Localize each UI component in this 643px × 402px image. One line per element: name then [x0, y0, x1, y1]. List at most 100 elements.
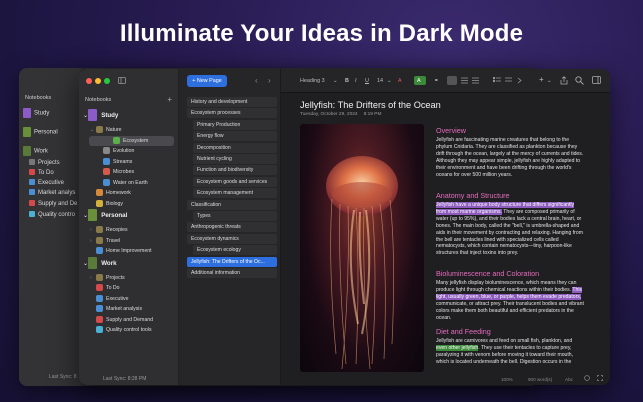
- spellcheck-language[interactable]: Abc: [565, 377, 573, 382]
- note-time: 8:19 PM: [363, 112, 382, 117]
- theme-icon[interactable]: [584, 375, 590, 381]
- sidebar-item[interactable]: › Projects: [79, 273, 178, 283]
- back-sidebar-item[interactable]: Market analys: [29, 188, 75, 198]
- minimize-dot-icon[interactable]: [95, 78, 101, 84]
- notebook-icon: [29, 200, 35, 207]
- sidebar-item[interactable]: Homework: [79, 188, 178, 198]
- sidebar-item[interactable]: Executive: [79, 294, 178, 304]
- search-icon[interactable]: [575, 76, 584, 85]
- note-item[interactable]: History and development: [187, 97, 277, 107]
- bioluminescence-heading: Bioluminescence and Coloration: [436, 269, 540, 278]
- bold-button[interactable]: B: [345, 78, 349, 84]
- note-item[interactable]: Primary Production: [193, 119, 277, 130]
- back-sidebar-item-label: Quality contro: [38, 212, 76, 218]
- back-sidebar-item[interactable]: Study: [23, 108, 49, 118]
- alignment-icons[interactable]: [461, 77, 491, 84]
- anatomy-paragraph[interactable]: Jellyfish have a unique body structure t…: [436, 202, 584, 257]
- zoom-dot-icon[interactable]: [104, 78, 110, 84]
- notebook-item[interactable]: ⌄ Study: [79, 109, 178, 123]
- notebook-item[interactable]: ⌄ Personal: [79, 209, 178, 223]
- back-sidebar-item-label: Personal: [34, 129, 58, 136]
- sidebar-item[interactable]: Biology: [79, 199, 178, 209]
- back-sidebar-item[interactable]: Work: [23, 146, 48, 156]
- back-sidebar-item[interactable]: Personal: [23, 127, 58, 137]
- new-page-button[interactable]: + New Page: [187, 75, 227, 87]
- sidebar-item-label: Home Improvement: [106, 248, 152, 254]
- notes-list: + New Page ‹ › History and development Ec…: [179, 69, 281, 385]
- note-item[interactable]: Ecosystem ecology: [193, 245, 277, 256]
- paragraph-style-select[interactable]: Heading 3: [300, 78, 325, 84]
- italic-button[interactable]: I: [355, 78, 357, 84]
- notebook-icon: [29, 211, 35, 218]
- sidebar-item[interactable]: ⌄ Nature: [79, 125, 178, 135]
- section-icon: [96, 236, 103, 244]
- sidebar-item[interactable]: › Recepies: [79, 225, 178, 235]
- notebook-icon: [29, 159, 35, 166]
- style-chevron-icon: ⌄: [333, 78, 338, 84]
- sidebar-item[interactable]: Quality control tools: [79, 325, 178, 335]
- font-size-select[interactable]: 14: [377, 78, 383, 84]
- note-item[interactable]: Energy flow: [193, 131, 277, 142]
- notebook-item[interactable]: ⌄ Work: [79, 256, 178, 271]
- notebook-icon: [23, 146, 31, 156]
- back-sidebar-item[interactable]: Projects: [29, 158, 60, 168]
- sidebar-item[interactable]: › Travel: [79, 236, 178, 246]
- back-sidebar-item[interactable]: Supply and De: [29, 199, 77, 209]
- note-item[interactable]: Types: [193, 211, 277, 221]
- sidebar-item[interactable]: Home Improvement: [79, 246, 178, 256]
- bioluminescence-paragraph[interactable]: Many jellyfish display bioluminescence, …: [436, 280, 584, 321]
- note-item[interactable]: Decomposition: [193, 142, 277, 153]
- note-item[interactable]: Ecosystem processes: [187, 108, 277, 119]
- diet-paragraph[interactable]: Jellyfish are carnivores and feed on sma…: [436, 338, 584, 366]
- sidebar-item[interactable]: Market analysis: [79, 304, 178, 314]
- sidebar-item-label: Projects: [106, 274, 125, 281]
- share-icon[interactable]: [560, 76, 568, 85]
- sidebar-item[interactable]: Supply and Demand: [79, 315, 178, 325]
- add-notebook-button[interactable]: +: [167, 95, 172, 104]
- back-sidebar-item-label: Projects: [38, 160, 60, 166]
- note-item[interactable]: Ecosystem goods and services: [193, 176, 277, 187]
- note-item[interactable]: Ecosystem dynamics: [187, 233, 277, 244]
- back-sidebar-item-label: Supply and De: [38, 201, 78, 207]
- text-color-button[interactable]: A: [398, 78, 402, 84]
- section-icon: [103, 157, 110, 165]
- sidebar-toggle-icon[interactable]: [118, 77, 126, 84]
- sidebar-item[interactable]: Ecosystem: [89, 135, 174, 146]
- jellyfish-image[interactable]: [300, 124, 424, 372]
- forward-arrow-icon[interactable]: ›: [268, 76, 271, 85]
- underline-button[interactable]: U: [365, 78, 369, 84]
- note-item[interactable]: Function and biodiversity: [193, 165, 277, 176]
- sidebar-item[interactable]: Streams: [79, 157, 178, 167]
- note-item[interactable]: Ecosystem management: [193, 188, 277, 199]
- link-icon[interactable]: ⚭: [434, 78, 439, 84]
- note-item[interactable]: Anthropogenic threats: [187, 222, 277, 233]
- zoom-level[interactable]: 100%: [501, 377, 513, 382]
- back-sidebar-item[interactable]: Quality contro: [29, 210, 75, 220]
- sidebar-item[interactable]: To Do: [79, 283, 178, 293]
- sidebar: Notebooks + ⌄ Study ⌄ Nature Ecosystem Evolut…: [79, 69, 179, 385]
- note-item-selected[interactable]: Jellyfish: The Drifters of the Oc...: [187, 256, 277, 267]
- list-icons[interactable]: [493, 77, 527, 84]
- sidebar-item[interactable]: Evolution: [79, 146, 178, 156]
- close-dot-icon[interactable]: [86, 78, 92, 84]
- overview-paragraph[interactable]: Jellyfish are fascinating marine creatur…: [436, 137, 584, 178]
- note-item[interactable]: Additional information: [187, 268, 277, 278]
- back-arrow-icon[interactable]: ‹: [255, 76, 258, 85]
- back-sidebar-item[interactable]: To Do: [29, 168, 54, 178]
- notebooks-header: Notebooks: [85, 97, 112, 103]
- note-item[interactable]: Nutrient cycling: [193, 154, 277, 164]
- note-title[interactable]: Jellyfish: The Drifters of the Ocean: [300, 100, 441, 110]
- notebook-icon: [29, 169, 35, 176]
- insert-plus-icon[interactable]: +: [539, 75, 544, 84]
- sidebar-item[interactable]: Water on Earth: [79, 178, 178, 188]
- word-count: 900 word(s): [528, 377, 553, 382]
- fullscreen-icon[interactable]: [597, 375, 603, 381]
- align-left-icon[interactable]: [447, 76, 457, 85]
- section-icon: [96, 305, 103, 313]
- sidebar-item[interactable]: Microbes: [79, 167, 178, 177]
- section-icon: [103, 168, 110, 176]
- section-icon: [96, 189, 103, 197]
- back-sidebar-item[interactable]: Executive: [29, 178, 64, 188]
- note-item[interactable]: Classification: [187, 199, 277, 210]
- inspector-toggle-icon[interactable]: [592, 76, 601, 84]
